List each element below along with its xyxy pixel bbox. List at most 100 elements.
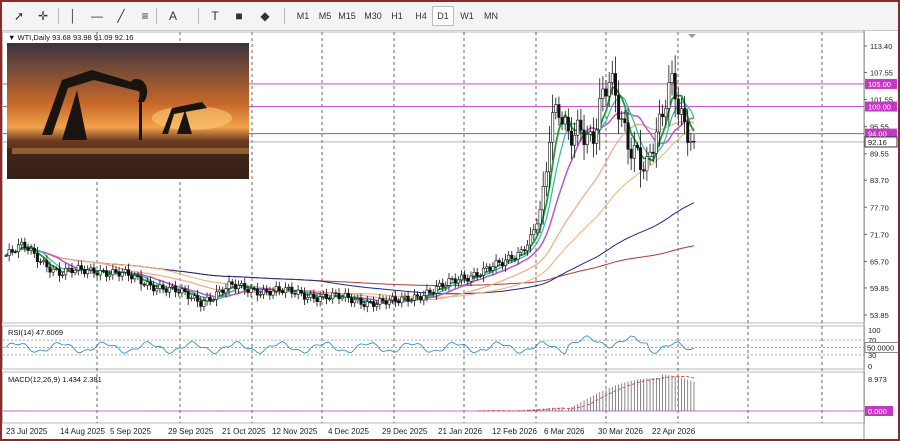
candle-body (664, 108, 668, 118)
timeframe-m1[interactable]: M1 (292, 6, 314, 26)
fibonacci-icon[interactable]: ≡ (136, 6, 154, 26)
timeframe-d1[interactable]: D1 (432, 6, 454, 26)
candle-body (604, 88, 608, 97)
timeframe-m30[interactable]: M30 (362, 6, 384, 26)
timeframe-h1[interactable]: H1 (386, 6, 408, 26)
candle-body (155, 288, 159, 292)
crosshair-icon[interactable]: ✛ (34, 6, 52, 26)
timeframe-h4[interactable]: H4 (410, 6, 432, 26)
horizontal-line-icon[interactable]: — (88, 6, 106, 26)
candle-body (607, 82, 611, 97)
price-level-8: 65.70 (870, 257, 889, 266)
candle-body (196, 295, 200, 302)
timeframe-mn[interactable]: MN (480, 6, 502, 26)
candle-body (463, 274, 467, 279)
candle-body (13, 251, 17, 253)
candle-body (365, 301, 369, 307)
candle-body (221, 289, 225, 294)
price-level-9: 59.85 (870, 284, 889, 293)
toolbar-separator (284, 8, 285, 24)
chart-window: ➚ ✛ │ — ╱ ≡ A T ■ ◆ M1 M5 M15 M30 H1 H4 D1 W1 MN 23 Jul 20… (0, 0, 900, 441)
date-label-9: 12 Feb 2026 (492, 427, 537, 436)
timeframe-m15[interactable]: M15 (336, 6, 358, 26)
candle-body (258, 294, 262, 296)
candle-body (32, 248, 36, 254)
price-level-0: 113.40 (870, 42, 892, 51)
rectangle-icon[interactable]: ■ (230, 6, 248, 26)
candle-body (456, 279, 460, 284)
candle-body (293, 293, 297, 295)
candle-body (689, 140, 693, 143)
candle-body (504, 259, 508, 267)
rsi-tag-label: 50.0000 (867, 344, 894, 353)
candle-body (312, 293, 316, 299)
candle-body (412, 294, 416, 301)
candle-body (54, 268, 58, 270)
candle-body (513, 258, 517, 260)
text-icon[interactable]: A (164, 6, 182, 26)
candle-body (186, 291, 190, 299)
candle-body (337, 293, 341, 300)
candle-body (529, 234, 533, 246)
candle-body (133, 275, 137, 280)
macd-header: MACD(12,26,9) 1.434 2.381 (8, 375, 102, 384)
timeframe-w1[interactable]: W1 (456, 6, 478, 26)
candle-body (350, 297, 354, 304)
candle-body (541, 186, 545, 211)
candle-body (177, 291, 181, 294)
candle-body (230, 281, 234, 285)
candle-body (284, 287, 288, 294)
candle-body (579, 119, 583, 131)
candle-body (246, 289, 250, 293)
candle-body (171, 285, 175, 288)
candle-body (525, 244, 529, 252)
date-label-4: 21 Oct 2025 (222, 427, 266, 436)
candle-body (359, 298, 363, 305)
date-label-6: 4 Dec 2025 (328, 427, 369, 436)
candle-body (139, 276, 143, 285)
candle-body (642, 169, 646, 172)
timeframe-m5[interactable]: M5 (314, 6, 336, 26)
candle-body (7, 249, 11, 256)
cursor-icon[interactable]: ➚ (10, 6, 28, 26)
candle-body (494, 260, 498, 268)
candle-body (645, 156, 649, 172)
candle-body (569, 130, 573, 146)
candle-body (268, 290, 272, 296)
candle-body (657, 113, 661, 133)
candle-body (651, 151, 655, 154)
candle-body (400, 296, 404, 304)
candle-body (86, 269, 90, 274)
date-label-3: 29 Sep 2025 (168, 427, 214, 436)
candle-body (667, 82, 671, 109)
date-label-0: 23 Jul 2025 (6, 427, 48, 436)
candle-body (83, 269, 87, 274)
candle-body (309, 293, 313, 298)
candle-body (535, 223, 539, 231)
candle-body (419, 295, 423, 301)
candle-body (544, 171, 548, 187)
vertical-line-icon[interactable]: │ (64, 6, 82, 26)
candle-body (208, 296, 212, 301)
candle-body (510, 254, 514, 259)
candle-body (331, 292, 335, 300)
candle-body (547, 141, 551, 173)
price-level-5: 83.70 (870, 176, 889, 185)
price-chart[interactable]: 23 Jul 2025 14 Aug 2025 5 Sep 2025 29 Sep 2… (2, 30, 898, 439)
candle-body (4, 255, 8, 257)
candle-body (654, 131, 658, 154)
candle-body (648, 151, 652, 157)
candle-body (142, 283, 146, 286)
candle-body (416, 294, 420, 297)
candle-body (428, 289, 432, 293)
candle-body (683, 108, 687, 123)
label-icon[interactable]: T (206, 6, 224, 26)
shapes-icon[interactable]: ◆ (256, 6, 274, 26)
trend-line-icon[interactable]: ╱ (112, 6, 130, 26)
price-tag-label-0: 105.00 (868, 80, 891, 89)
candle-body (482, 267, 486, 276)
candle-body (444, 285, 448, 288)
candle-body (136, 275, 140, 277)
candle-body (64, 267, 68, 276)
candle-body (409, 300, 413, 302)
